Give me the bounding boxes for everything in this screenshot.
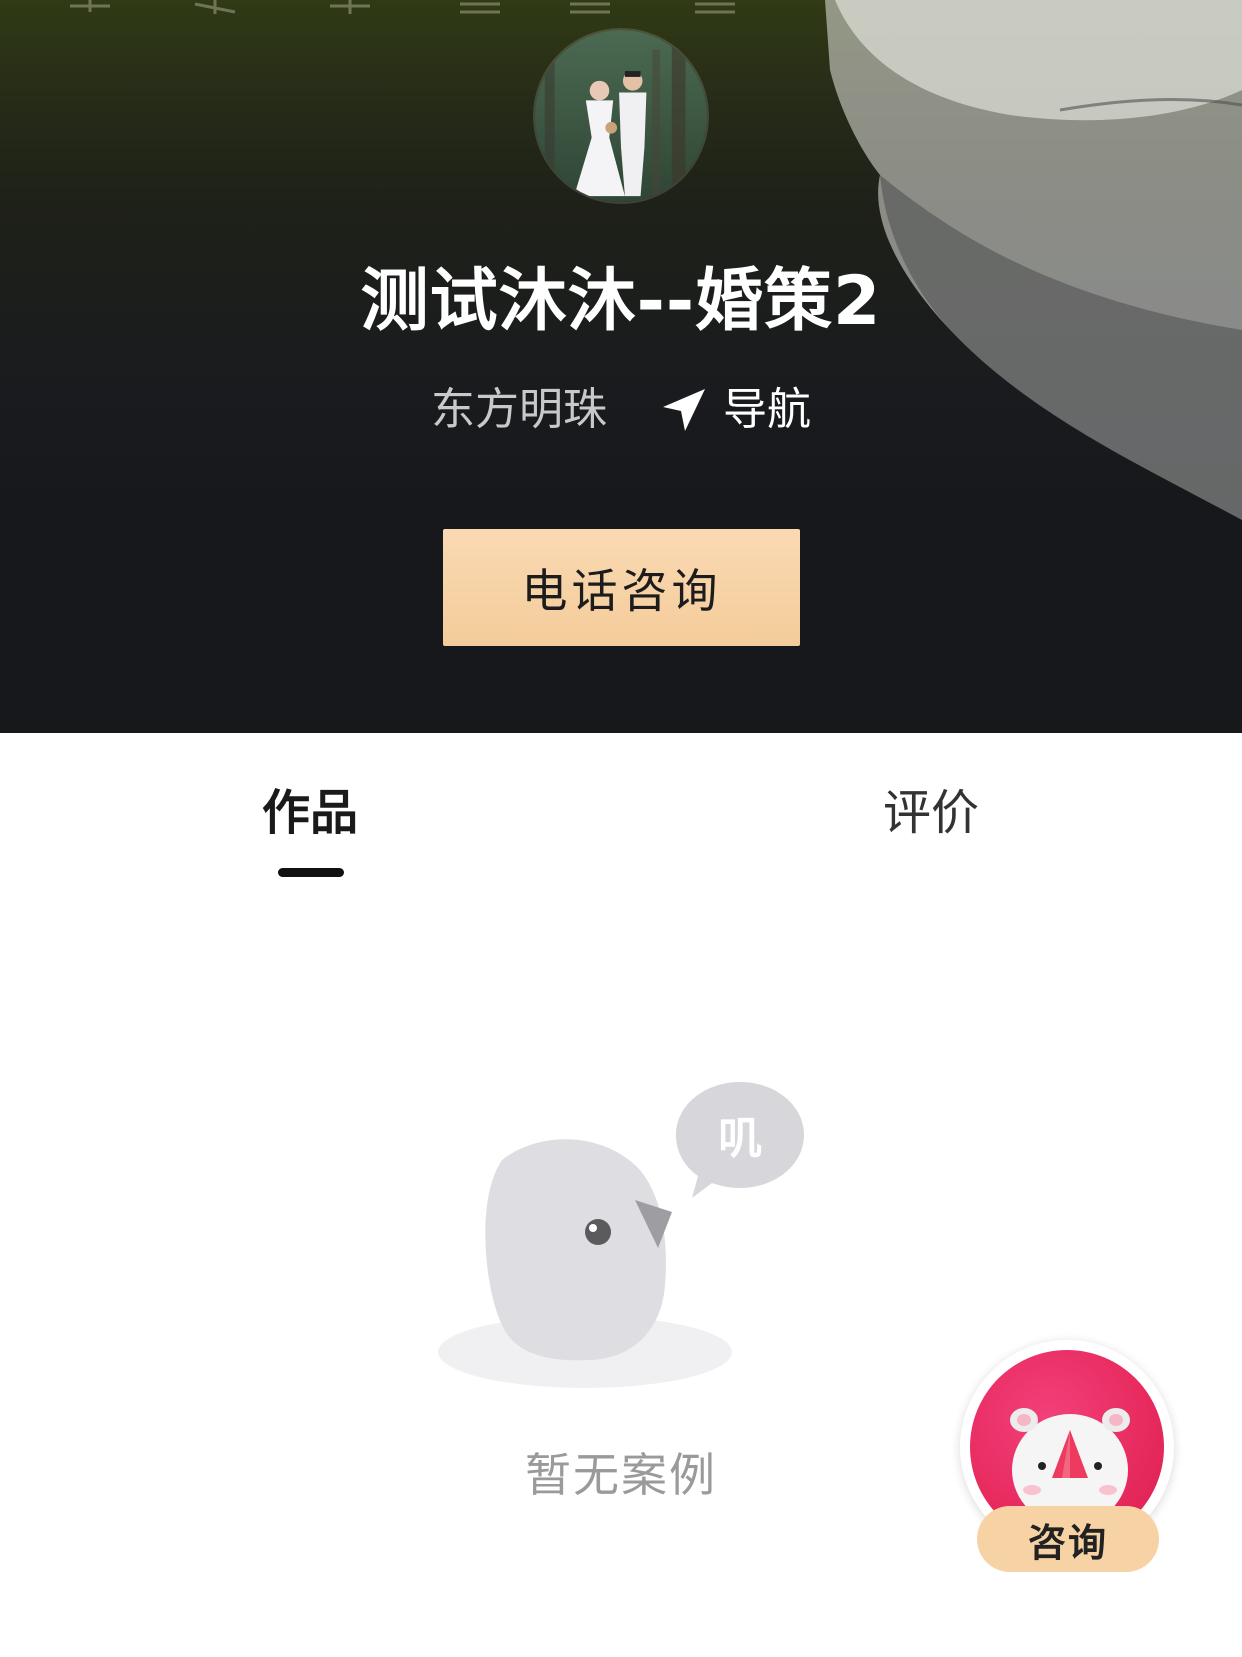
content-tabs: 作品 评价 xyxy=(0,733,1242,883)
navigation-link[interactable]: 导航 xyxy=(659,380,811,440)
avatar-photo xyxy=(535,30,707,202)
shop-location: 东方明珠 xyxy=(431,384,607,435)
hero-header: 测试沐沐--婚策2 东方明珠 导航 电话咨询 xyxy=(0,0,1242,733)
phone-consult-button[interactable]: 电话咨询 xyxy=(443,529,800,646)
consult-fab[interactable]: 咨询 xyxy=(958,1338,1178,1578)
tab-works[interactable]: 作品 xyxy=(160,773,460,853)
tab-reviews[interactable]: 评价 xyxy=(781,773,1081,853)
shop-meta-row: 东方明珠 导航 xyxy=(0,380,1242,440)
active-tab-indicator xyxy=(278,868,344,877)
shop-avatar[interactable] xyxy=(533,28,709,204)
navigation-label: 导航 xyxy=(723,384,811,435)
bubble-text: 叽 xyxy=(718,1113,762,1164)
shop-detail-page: 测试沐沐--婚策2 东方明珠 导航 电话咨询 作品 评价 叽 暂无案例 咨询 xyxy=(0,0,1242,1657)
consult-fab-label: 咨询 xyxy=(977,1506,1159,1572)
shop-name: 测试沐沐--婚策2 xyxy=(360,262,882,341)
empty-state-bird-illustration: 叽 xyxy=(430,1070,820,1400)
navigation-arrow-icon xyxy=(659,385,709,435)
